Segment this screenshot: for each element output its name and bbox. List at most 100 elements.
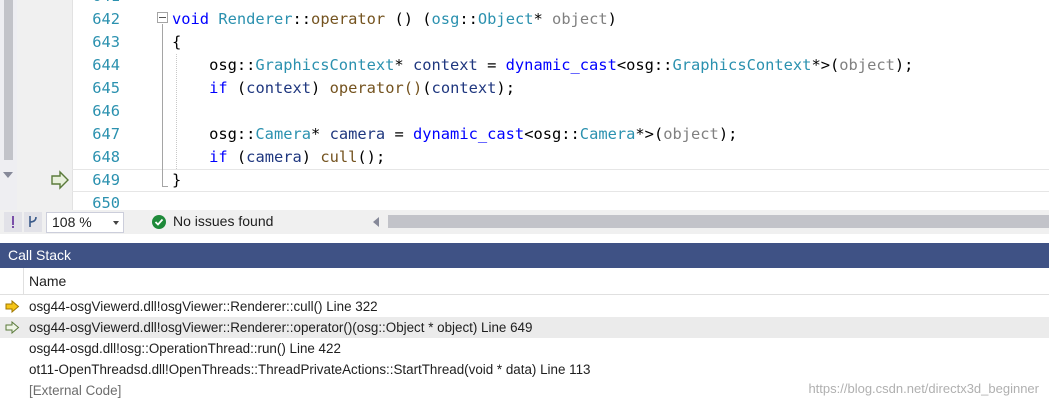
editor-status-bar: 108 % No issues found (0, 210, 1049, 234)
code-token: :: (459, 10, 478, 28)
indent-guide (176, 54, 177, 169)
code-token: } (172, 171, 182, 189)
code-token: (); (357, 148, 386, 166)
code-token: if (209, 148, 228, 166)
zoom-dropdown[interactable]: 108 % (46, 212, 124, 233)
code-token: GraphicsContext (672, 56, 812, 74)
code-editor[interactable]: 641642void Renderer::operator () (osg::O… (0, 0, 1049, 210)
call-stack-row[interactable]: osg44-osgViewerd.dll!osgViewer::Renderer… (0, 296, 1049, 317)
code-token: if (209, 79, 228, 97)
code-token: ) (301, 148, 321, 166)
code-line[interactable]: 650 (72, 192, 1049, 210)
code-token: osg:: (172, 125, 256, 143)
code-token: dynamic_cast (412, 125, 525, 143)
issues-status[interactable]: No issues found (173, 213, 273, 229)
code-token: context (412, 56, 478, 74)
scroll-down-arrow-icon[interactable] (3, 172, 13, 178)
horizontal-scrollbar-thumb[interactable] (388, 215, 1049, 228)
vertical-scrollbar[interactable] (0, 0, 17, 210)
code-token: * (394, 56, 413, 74)
code-text: } (172, 170, 181, 191)
code-token: cull (320, 148, 358, 166)
column-header-name[interactable]: Name (0, 268, 1049, 295)
call-stack-title: Call Stack (8, 247, 72, 263)
call-stack-frame-text: osg44-osgd.dll!osg::OperationThread::run… (29, 341, 341, 356)
code-token: () ( (385, 10, 432, 28)
code-token: * (533, 10, 553, 28)
code-line[interactable]: 643 { (72, 31, 1049, 54)
return-frame-arrow-icon (5, 321, 20, 334)
fold-end (162, 186, 168, 187)
code-token: operator() (329, 79, 423, 97)
code-token: ); (718, 125, 738, 143)
code-text: void Renderer::operator () (osg::Object*… (172, 8, 617, 31)
line-number: 644 (92, 56, 120, 74)
code-token: :: (292, 10, 312, 28)
code-token: = (477, 56, 506, 74)
code-token: ); (496, 79, 515, 97)
code-token: dynamic_cast (505, 56, 617, 74)
code-line[interactable]: 648 if (camera) cull(); (72, 146, 1049, 169)
check-circle-icon (152, 215, 166, 229)
line-number: 643 (92, 33, 120, 51)
code-line[interactable]: 644 osg::GraphicsContext* context = dyna… (72, 54, 1049, 77)
collapse-toggle-icon[interactable] (157, 12, 168, 23)
call-stack-frame-text: osg44-osgViewerd.dll!osgViewer::Renderer… (29, 320, 533, 335)
code-text: osg::GraphicsContext* context = dynamic_… (172, 54, 913, 77)
line-number: 642 (92, 10, 120, 28)
code-token: object (663, 125, 719, 143)
code-line[interactable]: 646 (72, 100, 1049, 123)
code-token: context (431, 79, 497, 97)
code-token: *>( (811, 56, 840, 74)
code-text: if (camera) cull(); (172, 146, 385, 169)
line-number: 641 (72, 0, 120, 8)
intellicode-button[interactable] (4, 212, 22, 232)
line-number: 649 (92, 171, 120, 189)
code-token: ( (227, 148, 247, 166)
call-stack-title-bar[interactable]: Call Stack (0, 243, 1049, 268)
fold-line (162, 24, 163, 186)
code-token: camera (246, 148, 302, 166)
chevron-down-icon (113, 221, 119, 225)
line-number: 645 (92, 79, 120, 97)
code-token: Object (477, 10, 534, 28)
line-number: 650 (92, 194, 120, 210)
code-token: void (172, 10, 210, 28)
call-stack-row[interactable]: ot11-OpenThreadsd.dll!OpenThreads::Threa… (0, 359, 1049, 380)
code-line[interactable]: 641 (72, 0, 1049, 8)
code-token: ( (422, 79, 432, 97)
current-frame-arrow-icon (5, 300, 20, 313)
code-token: * (311, 125, 330, 143)
call-stack-frame-text: osg44-osgViewerd.dll!osgViewer::Renderer… (29, 299, 378, 314)
code-token: ); (894, 56, 914, 74)
scrollbar-thumb[interactable] (4, 0, 13, 160)
zoom-value: 108 % (52, 214, 92, 230)
code-token: GraphicsContext (255, 56, 395, 74)
git-button[interactable] (24, 212, 42, 232)
code-line[interactable]: 647 osg::Camera* camera = dynamic_cast<o… (72, 123, 1049, 146)
call-stack-row[interactable]: osg44-osgd.dll!osg::OperationThread::run… (0, 338, 1049, 359)
code-token: operator (311, 10, 386, 28)
code-token: osg:: (172, 56, 256, 74)
code-token: ( (227, 79, 247, 97)
code-line[interactable]: 649} (72, 169, 1049, 192)
code-token: Renderer (218, 10, 293, 28)
code-token: camera (329, 125, 386, 143)
line-number: 647 (92, 125, 120, 143)
call-stack-row[interactable]: osg44-osgViewerd.dll!osgViewer::Renderer… (0, 317, 1049, 338)
column-header-label: Name (29, 273, 67, 289)
return-frame-arrow-icon (51, 170, 69, 190)
code-token: { (172, 33, 182, 51)
code-token: ) (607, 10, 617, 28)
code-token: object (552, 10, 608, 28)
column-separator (23, 268, 24, 294)
scroll-left-arrow-icon[interactable] (373, 217, 379, 227)
code-text: osg::Camera* camera = dynamic_cast<osg::… (172, 123, 737, 146)
code-line[interactable]: 645 if (context) operator()(context); (72, 77, 1049, 100)
intellicode-icon (12, 216, 14, 228)
code-text: if (context) operator()(context); (172, 77, 515, 100)
code-line[interactable]: 642 void Renderer::operator () (osg::Obje… (72, 8, 1049, 31)
code-text: { (172, 31, 181, 54)
